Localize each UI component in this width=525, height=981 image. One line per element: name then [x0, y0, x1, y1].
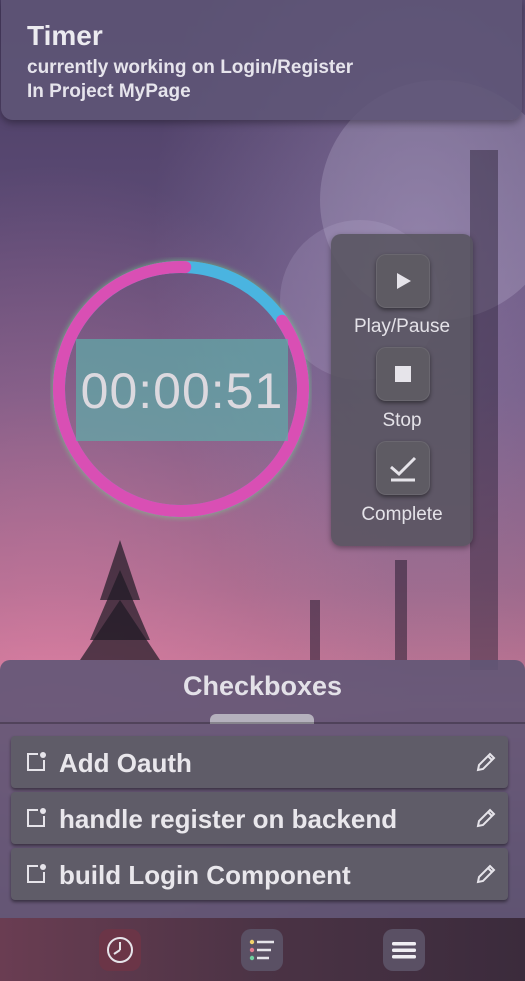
play-pause-button[interactable] [376, 254, 430, 308]
task-row[interactable]: handle register on backend [11, 792, 508, 844]
pencil-icon[interactable] [475, 863, 497, 885]
nav-menu-button[interactable] [383, 929, 425, 971]
stop-button[interactable] [376, 347, 430, 401]
current-project-text: In Project MyPage [27, 81, 191, 102]
checkboxes-title: Checkboxes [182, 671, 343, 701]
task-label: build Login Component [59, 860, 351, 890]
complete-button[interactable] [376, 441, 430, 495]
complete-label: Complete [361, 504, 443, 525]
task-row[interactable]: build Login Component [11, 848, 508, 900]
task-label: handle register on backend [59, 804, 398, 834]
task-checkbox-icon[interactable] [25, 807, 47, 829]
header-panel: Timer currently working on Login/Registe… [1, 0, 522, 120]
pencil-icon[interactable] [475, 807, 497, 829]
bottom-nav [0, 918, 525, 981]
task-checkbox-icon[interactable] [25, 863, 47, 885]
stop-icon [395, 366, 411, 382]
play-icon [397, 273, 411, 289]
task-row[interactable]: Add Oauth [11, 736, 508, 788]
nav-tasks-button[interactable] [241, 929, 283, 971]
list-icon [249, 939, 274, 961]
page-title: Timer [27, 20, 103, 51]
clock-icon [107, 937, 133, 963]
task-checkbox-icon[interactable] [25, 751, 47, 773]
checkboxes-panel: Checkboxes Add Oauth handle register on … [0, 660, 525, 922]
timer-display: 00:00:51 [80, 363, 284, 419]
checkmark-icon [390, 456, 417, 482]
current-task-text: currently working on Login/Register [27, 57, 354, 78]
task-label: Add Oauth [59, 748, 192, 778]
play-pause-label: Play/Pause [353, 316, 451, 337]
nav-timer-button[interactable] [99, 929, 141, 971]
menu-icon [392, 942, 416, 959]
pencil-icon[interactable] [475, 751, 497, 773]
panel-divider [0, 722, 525, 724]
timer-controls-panel: Play/Pause Stop Complete [331, 234, 473, 546]
stop-label: Stop [382, 410, 422, 431]
